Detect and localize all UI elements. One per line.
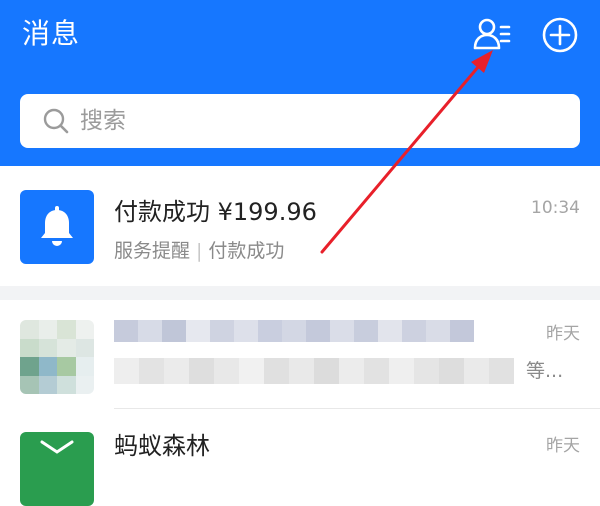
section-gap bbox=[0, 286, 600, 300]
separator: | bbox=[196, 240, 203, 262]
message-source: 服务提醒 bbox=[114, 240, 191, 262]
message-subtitle: 服务提醒 | 付款成功 bbox=[114, 238, 284, 264]
contacts-icon bbox=[473, 18, 511, 50]
message-item-blurred[interactable]: 等... 昨天 bbox=[0, 300, 600, 408]
message-time: 昨天 bbox=[546, 324, 580, 344]
ant-forest-avatar bbox=[20, 432, 94, 506]
contacts-button[interactable] bbox=[472, 15, 512, 55]
search-bar[interactable]: 搜索 bbox=[20, 94, 580, 148]
preview-ellipsis: 等... bbox=[526, 360, 564, 382]
leaf-icon bbox=[40, 440, 74, 454]
message-time: 10:34 bbox=[531, 198, 580, 218]
message-preview: 付款成功 bbox=[208, 240, 285, 262]
search-placeholder: 搜索 bbox=[80, 108, 126, 134]
blurred-preview bbox=[114, 358, 514, 384]
message-title: 蚂蚁森林 bbox=[114, 432, 210, 460]
page-title: 消息 bbox=[22, 17, 81, 50]
blurred-avatar bbox=[20, 320, 94, 394]
message-item-ant-forest[interactable]: 蚂蚁森林 昨天 bbox=[0, 410, 600, 506]
plus-circle-icon bbox=[542, 17, 578, 53]
blurred-title bbox=[114, 320, 474, 342]
add-button[interactable] bbox=[540, 15, 580, 55]
top-bar: 消息 搜索 bbox=[0, 0, 600, 166]
service-avatar bbox=[20, 190, 94, 264]
message-item-payment[interactable]: 付款成功 ¥199.96 服务提醒 | 付款成功 10:34 bbox=[0, 166, 600, 286]
message-time: 昨天 bbox=[546, 436, 580, 456]
divider bbox=[114, 408, 600, 409]
search-icon bbox=[43, 108, 69, 134]
message-title: 付款成功 ¥199.96 bbox=[114, 198, 317, 226]
bell-icon bbox=[41, 206, 73, 246]
